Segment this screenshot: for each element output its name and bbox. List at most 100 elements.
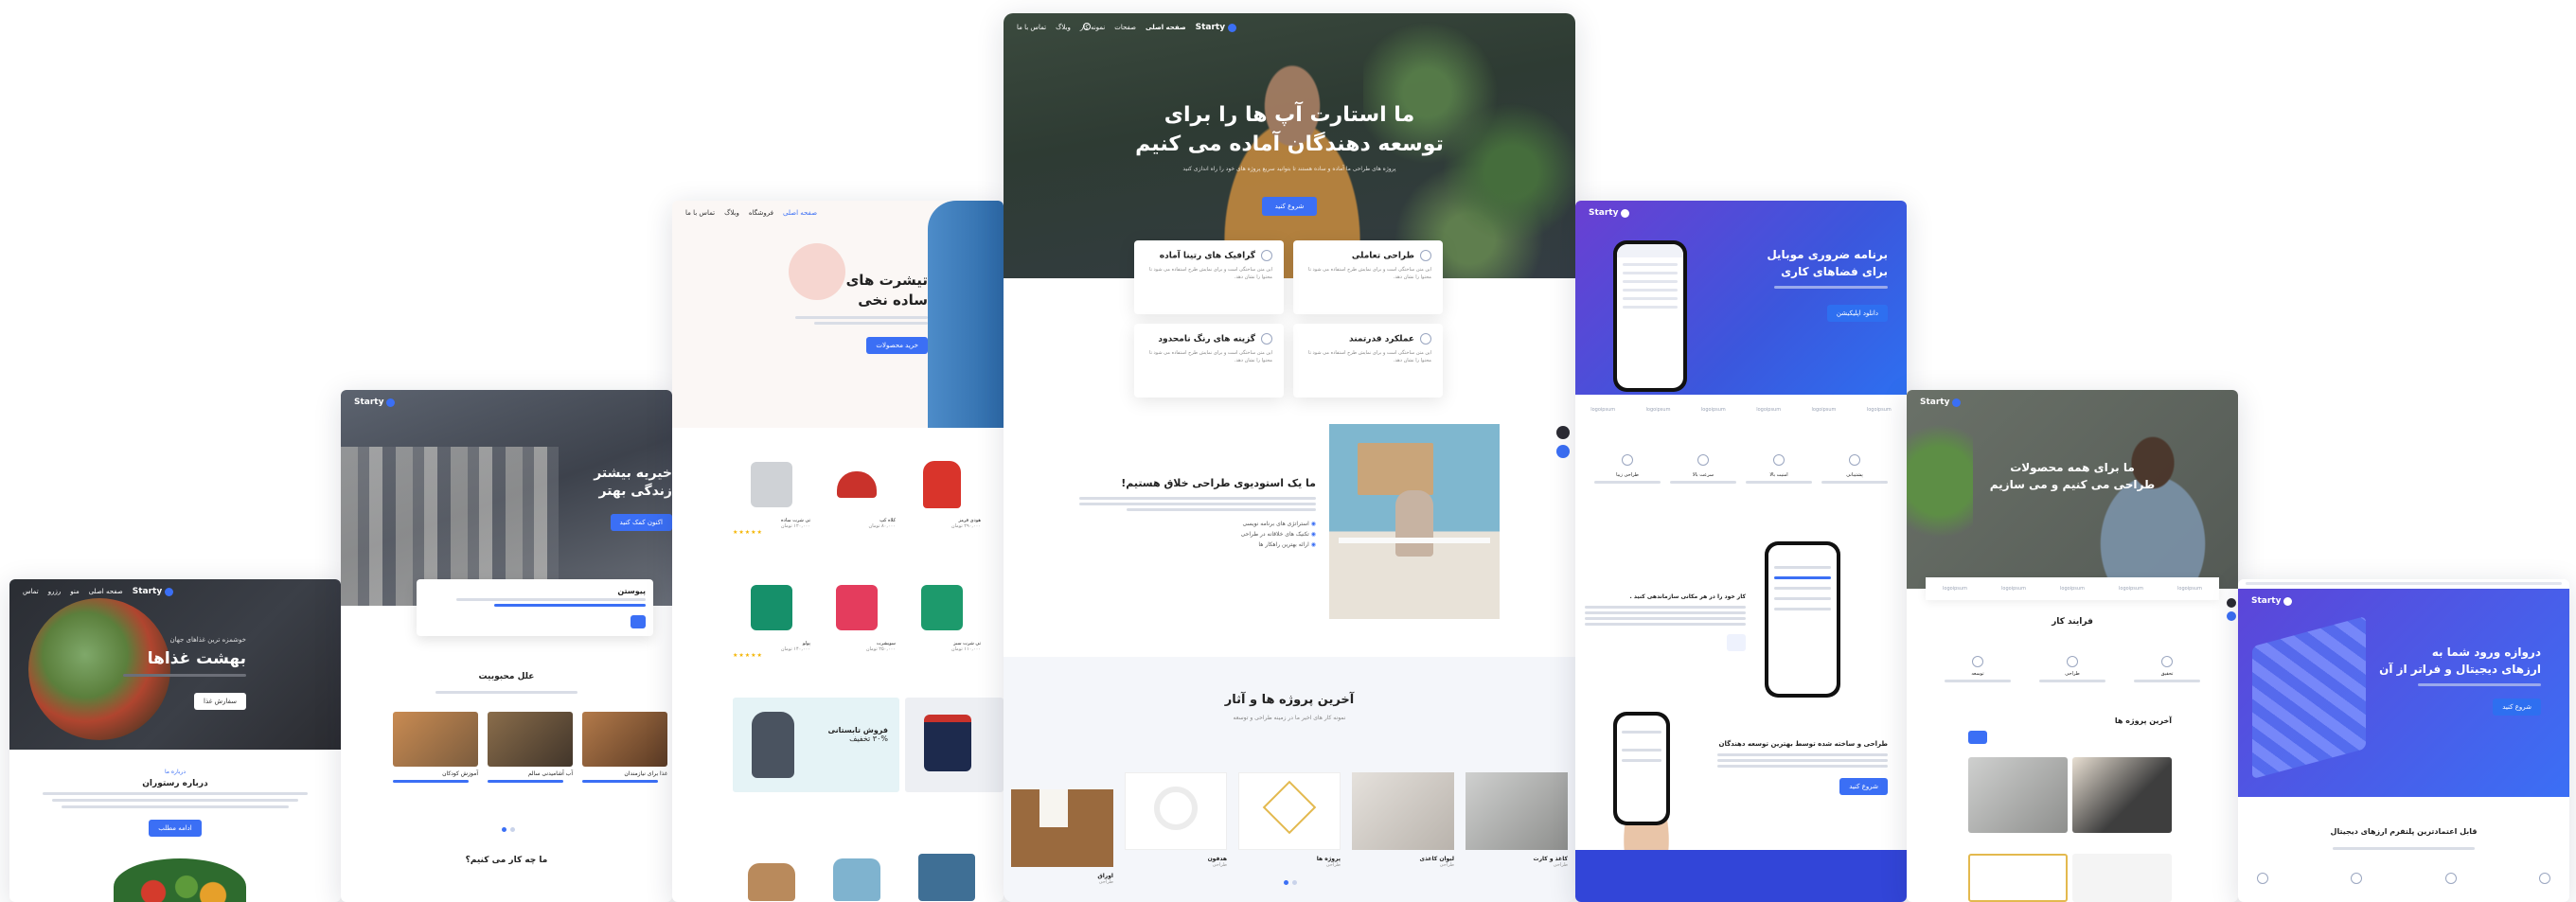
food-cta-button[interactable]: سفارش غذا bbox=[194, 693, 246, 710]
brand-logo[interactable]: Starty bbox=[2251, 596, 2293, 606]
about-title: درباره رستوران bbox=[142, 779, 208, 788]
about-button[interactable]: ادامه مطلب bbox=[149, 820, 202, 837]
project-card[interactable]: کاغذ و کارت طراحی bbox=[1466, 772, 1568, 868]
project-card[interactable]: اوراق طراحی bbox=[1011, 772, 1113, 885]
project-category: طراحی bbox=[1439, 862, 1454, 868]
project-image bbox=[1238, 772, 1341, 850]
crypto-nav[interactable]: Starty bbox=[2238, 589, 2569, 613]
freelance-title-2: طراحی می کنیم و می سازیم bbox=[1989, 478, 2156, 491]
polo-banner[interactable] bbox=[905, 698, 1004, 792]
feature-card-4: گزینه های رنگ نامحدود این متن ساختگی است… bbox=[1134, 324, 1284, 398]
charity-nav[interactable]: Starty bbox=[341, 390, 672, 415]
main-template-preview[interactable]: Starty صفحه اصلی صفحات نمونه کار وبلاگ ت… bbox=[1004, 13, 1575, 902]
theme-toggle-button[interactable] bbox=[1556, 426, 1570, 439]
chart-icon bbox=[2351, 873, 2363, 884]
freelance-title-1: ما برای همه محصولات bbox=[2010, 461, 2135, 474]
backpack-image bbox=[752, 712, 794, 778]
food-template-preview[interactable]: Starty صفحه اصلی منو رزرو تماس خوشمزه تر… bbox=[9, 579, 341, 902]
project-card[interactable]: هدفون طراحی bbox=[1125, 772, 1227, 868]
product-card[interactable]: هودی قرمز ۲۹۰,۰۰۰ تومان bbox=[903, 451, 981, 529]
nav-item-shop[interactable]: فروشگاه bbox=[749, 209, 773, 217]
hero-cta-button[interactable]: شروع کنید bbox=[1261, 197, 1318, 216]
nav-item-home[interactable]: صفحه اصلی bbox=[783, 209, 817, 217]
charity-cta-button[interactable]: اکنون کمک کنید bbox=[610, 514, 672, 531]
charity-template-preview[interactable]: Starty خیریه بیشتر زندگی بهتر اکنون کمک … bbox=[341, 390, 672, 902]
promo-banner[interactable]: فروش تابستانی ۳۰% تخفیف bbox=[733, 698, 899, 792]
product-card[interactable]: کلاه کپ ۸۰,۰۰۰ تومان bbox=[818, 451, 896, 529]
nav-item-contact[interactable]: تماس با ما bbox=[1017, 24, 1046, 31]
product-card[interactable]: سویشرت ۲۵۰,۰۰۰ تومان bbox=[818, 575, 896, 652]
model-image bbox=[928, 201, 1004, 428]
nav-item-contact[interactable]: تماس با ما bbox=[685, 209, 715, 217]
app-section-button[interactable]: ​ bbox=[1727, 634, 1746, 651]
nav-item-menu[interactable]: منو bbox=[70, 588, 79, 595]
settings-toggle-button[interactable] bbox=[2227, 611, 2236, 621]
food-title: بهشت غذاها bbox=[147, 649, 246, 668]
settings-toggle-button[interactable] bbox=[1556, 445, 1570, 458]
nav-item-blog[interactable]: وبلاگ bbox=[1056, 24, 1071, 31]
brand-logo[interactable]: Starty bbox=[354, 398, 396, 407]
product-card[interactable]: تی شرت سبز ۱۱۰,۰۰۰ تومان bbox=[903, 575, 981, 652]
shop-title-1: تیشرت های bbox=[845, 272, 928, 289]
project-name: پروژه ها bbox=[1316, 856, 1341, 862]
donate-button[interactable]: ​ bbox=[631, 615, 646, 628]
nav-item-home[interactable]: صفحه اصلی bbox=[1146, 24, 1186, 31]
theme-toggle-button[interactable] bbox=[2227, 598, 2236, 608]
feature-text: این متن ساختگی است و برای نمایش طرح استف… bbox=[1149, 350, 1272, 363]
project-thumb[interactable] bbox=[1968, 854, 2068, 902]
product-image bbox=[733, 451, 810, 518]
app-title-1: برنامه ضروری موبایل bbox=[1767, 248, 1888, 261]
shop-template-preview[interactable]: صفحه اصلی فروشگاه وبلاگ تماس با ما تیشرت… bbox=[672, 201, 1004, 902]
app-nav[interactable]: Starty bbox=[1575, 201, 1907, 225]
product-price: ۱۱۰,۰۰۰ تومان bbox=[950, 646, 981, 652]
product-image bbox=[818, 451, 896, 518]
cause-card-3[interactable]: غذا برای نیازمندان bbox=[582, 712, 667, 806]
brand-logo[interactable]: Starty bbox=[1196, 23, 1237, 32]
showcase-collage: Starty صفحه اصلی منو رزرو تماس خوشمزه تر… bbox=[0, 0, 2576, 902]
app-template-preview[interactable]: Starty برنامه ضروری موبایل برای فضاهای ک… bbox=[1575, 201, 1907, 902]
brand-logo[interactable]: Starty bbox=[1920, 398, 1962, 407]
hand-phone-image bbox=[1594, 712, 1698, 873]
feature-text: این متن ساختگی است و برای نمایش طرح استف… bbox=[1308, 350, 1431, 363]
app-section2-button[interactable]: شروع کنید bbox=[1839, 778, 1888, 795]
project-card[interactable]: لیوان کاغذی طراحی bbox=[1352, 772, 1454, 868]
cause-card-2[interactable]: آب آشامیدنی سالم bbox=[488, 712, 573, 806]
studio-point: ◉ تکنیک های خلاقانه در طراحی bbox=[1240, 531, 1316, 538]
product-price: ۲۵۰,۰۰۰ تومان bbox=[865, 646, 896, 652]
studio-photo bbox=[1329, 424, 1500, 619]
causes-pagination[interactable] bbox=[502, 827, 515, 832]
crypto-cta-button[interactable]: شروع کنید bbox=[2493, 699, 2541, 716]
product-card[interactable]: تی شرت ساده ۱۲۰,۰۰۰ تومان ★★★★★ bbox=[733, 451, 810, 536]
freelance-nav[interactable]: Starty bbox=[1907, 390, 2238, 415]
brand-logo[interactable]: Starty bbox=[133, 587, 174, 596]
freelance-hero: Starty ما برای همه محصولات طراحی می کنیم… bbox=[1907, 390, 2238, 589]
logo-icon bbox=[1228, 23, 1237, 32]
nav-item-blog[interactable]: وبلاگ bbox=[724, 209, 739, 217]
project-image bbox=[1352, 772, 1454, 850]
nav-item-reserve[interactable]: رزرو bbox=[48, 588, 62, 595]
freelance-projects-button[interactable]: ​ bbox=[1968, 731, 1987, 744]
project-card[interactable]: پروژه ها طراحی bbox=[1238, 772, 1341, 868]
cause-card-1[interactable]: آموزش کودکان bbox=[393, 712, 478, 806]
app-cta-button[interactable]: دانلود اپلیکیشن bbox=[1826, 305, 1888, 322]
project-image bbox=[1466, 772, 1568, 850]
project-thumb[interactable] bbox=[2072, 854, 2172, 902]
projects-pagination[interactable] bbox=[1284, 880, 1297, 885]
brand-logo[interactable]: Starty bbox=[1589, 208, 1630, 218]
food-nav[interactable]: Starty صفحه اصلی منو رزرو تماس bbox=[9, 579, 341, 604]
project-thumb[interactable] bbox=[2072, 757, 2172, 833]
product-image bbox=[818, 575, 896, 641]
freelance-template-preview[interactable]: Starty ما برای همه محصولات طراحی می کنیم… bbox=[1907, 390, 2238, 902]
project-thumb[interactable] bbox=[1968, 757, 2068, 833]
wallet-icon bbox=[2257, 873, 2268, 884]
product-card[interactable]: پولو ۱۴۰,۰۰۰ تومان ★★★★★ bbox=[733, 575, 810, 659]
nav-item-home[interactable]: صفحه اصلی bbox=[89, 588, 123, 595]
nav-item-contact[interactable]: تماس bbox=[23, 588, 39, 595]
rating-stars: ★★★★★ bbox=[733, 529, 763, 536]
shop-cta-button[interactable]: خرید محصولات bbox=[866, 337, 928, 354]
crypto-template-preview[interactable]: Starty دروازه ورود شما به ارزهای دیجیتال… bbox=[2238, 579, 2569, 902]
app-footer-band bbox=[1575, 850, 1907, 902]
app-section2-text: طراحی و ساخته شده توسط بهترین توسعه دهند… bbox=[1717, 740, 1888, 795]
nav-item-pages[interactable]: صفحات bbox=[1114, 24, 1136, 31]
search-icon[interactable] bbox=[1083, 23, 1091, 30]
